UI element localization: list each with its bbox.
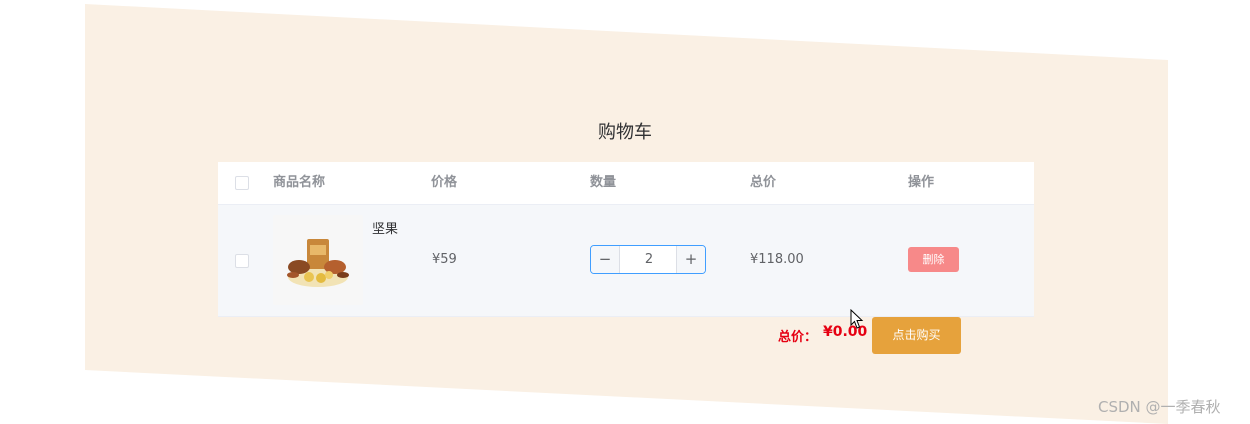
nut-snack-image	[273, 215, 363, 305]
column-header-quantity: 数量	[590, 175, 617, 190]
watermark-text: CSDN @一季春秋	[1098, 398, 1221, 416]
decrease-button[interactable]: −	[591, 246, 620, 273]
column-header-total: 总价	[750, 175, 777, 190]
table-row: 坚果 ¥59 − 2 + ¥118.00 删除	[218, 205, 1034, 317]
buy-button[interactable]: 点击购买	[872, 317, 961, 354]
increase-button[interactable]: +	[676, 246, 705, 273]
row-total-price: ¥118.00	[750, 252, 804, 267]
column-header-name: 商品名称	[273, 175, 326, 190]
table-header: 商品名称 价格 数量 总价 操作	[218, 162, 1034, 205]
grand-total-label: 总价：	[778, 330, 818, 345]
quantity-stepper: − 2 +	[590, 245, 706, 274]
product-name: 坚果	[372, 222, 399, 237]
row-checkbox[interactable]	[235, 254, 249, 268]
delete-button[interactable]: 删除	[908, 247, 959, 272]
page-title: 购物车	[598, 122, 652, 143]
mouse-cursor-icon	[850, 309, 864, 329]
cart-table: 商品名称 价格 数量 总价 操作 坚果 ¥59 − 2 + ¥118.00 删除	[218, 162, 1034, 317]
quantity-input[interactable]: 2	[620, 246, 678, 273]
column-header-price: 价格	[431, 175, 458, 190]
unit-price: ¥59	[432, 252, 457, 267]
select-all-checkbox[interactable]	[235, 176, 249, 190]
column-header-action: 操作	[908, 175, 935, 190]
